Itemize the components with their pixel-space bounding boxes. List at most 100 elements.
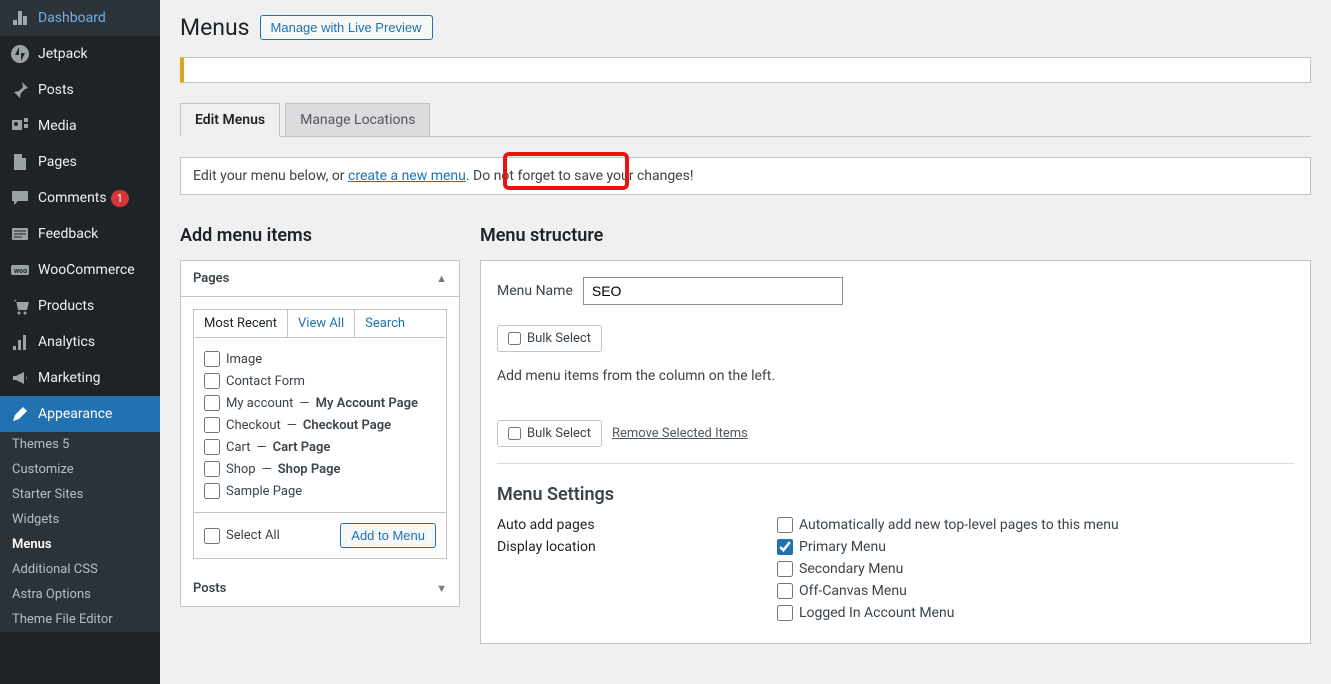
- menu-name-input[interactable]: [583, 277, 843, 305]
- page-checkbox[interactable]: [204, 417, 220, 433]
- tab-edit-menus[interactable]: Edit Menus: [180, 103, 280, 137]
- submenu-themes[interactable]: Themes 5: [0, 432, 160, 457]
- pages-icon: [10, 152, 30, 172]
- bulk-select-checkbox[interactable]: [508, 427, 521, 440]
- chevron-up-icon: ▲: [436, 272, 447, 285]
- sidebar-item-analytics[interactable]: Analytics: [0, 324, 160, 360]
- sidebar-item-media[interactable]: Media: [0, 108, 160, 144]
- sidebar-item-pages[interactable]: Pages: [0, 144, 160, 180]
- info-suffix: . Do not forget to save your changes!: [466, 168, 694, 184]
- submenu-widgets[interactable]: Widgets: [0, 507, 160, 532]
- create-new-menu-link[interactable]: create a new menu: [348, 168, 466, 184]
- sidebar-label: Jetpack: [38, 46, 88, 62]
- bulk-select-checkbox[interactable]: [508, 332, 521, 345]
- sidebar-item-woocommerce[interactable]: woo WooCommerce: [0, 252, 160, 288]
- page-checkbox[interactable]: [204, 461, 220, 477]
- location-loggedin-checkbox[interactable]: [777, 605, 793, 621]
- menu-settings-title: Menu Settings: [497, 463, 1294, 505]
- page-item: Contact Form: [204, 370, 436, 392]
- sidebar-label: Dashboard: [38, 10, 106, 26]
- sidebar-item-comments[interactable]: Comments1: [0, 180, 160, 216]
- sidebar-item-jetpack[interactable]: Jetpack: [0, 36, 160, 72]
- location-primary-checkbox[interactable]: [777, 539, 793, 555]
- dashboard-icon: [10, 8, 30, 28]
- location-secondary-checkbox[interactable]: [777, 561, 793, 577]
- submenu-menus[interactable]: Menus: [0, 532, 160, 557]
- sidebar-item-products[interactable]: Products: [0, 288, 160, 324]
- select-all-checkbox[interactable]: [204, 528, 220, 544]
- page-checkbox[interactable]: [204, 439, 220, 455]
- pin-icon: [10, 80, 30, 100]
- manage-live-preview-button[interactable]: Manage with Live Preview: [260, 15, 433, 40]
- sidebar-item-feedback[interactable]: Feedback: [0, 216, 160, 252]
- appearance-submenu: Themes 5 Customize Starter Sites Widgets…: [0, 432, 160, 632]
- submenu-astra-options[interactable]: Astra Options: [0, 582, 160, 607]
- sidebar-label: Appearance: [38, 406, 112, 422]
- sidebar-label: Comments: [38, 190, 107, 206]
- page-title: Menus: [180, 14, 250, 41]
- sidebar-label: Marketing: [38, 370, 101, 386]
- menu-name-label: Menu Name: [497, 283, 573, 299]
- woo-icon: woo: [10, 260, 30, 280]
- notice-banner: [180, 57, 1311, 83]
- page-checkbox[interactable]: [204, 351, 220, 367]
- info-prefix: Edit your menu below, or: [193, 168, 348, 184]
- bulk-select-bottom[interactable]: Bulk Select: [497, 420, 602, 447]
- sidebar-item-marketing[interactable]: Marketing: [0, 360, 160, 396]
- chevron-down-icon: ▼: [436, 582, 447, 595]
- themes-badge: 5: [62, 437, 69, 452]
- auto-add-checkbox[interactable]: [777, 517, 793, 533]
- sidebar-label: Pages: [38, 154, 77, 170]
- sidebar-label: Feedback: [38, 226, 98, 242]
- auto-add-pages-label: Auto add pages: [497, 517, 777, 533]
- menu-structure-title: Menu structure: [480, 225, 1311, 246]
- jetpack-icon: [10, 44, 30, 64]
- sidebar-label: WooCommerce: [38, 262, 135, 278]
- admin-sidebar: Dashboard Jetpack Posts Media Pages Comm…: [0, 0, 160, 684]
- marketing-icon: [10, 368, 30, 388]
- sidebar-label: Posts: [38, 82, 74, 98]
- submenu-starter-sites[interactable]: Starter Sites: [0, 482, 160, 507]
- products-icon: [10, 296, 30, 316]
- page-checkbox[interactable]: [204, 483, 220, 499]
- page-item: Shop — Shop Page: [204, 458, 436, 480]
- page-item: Sample Page: [204, 480, 436, 502]
- sidebar-item-posts[interactable]: Posts: [0, 72, 160, 108]
- add-items-title: Add menu items: [180, 225, 460, 246]
- sidebar-item-appearance[interactable]: Appearance: [0, 396, 160, 432]
- menu-structure-panel: Menu Name Bulk Select Add menu items fro…: [480, 260, 1311, 644]
- remove-selected-link[interactable]: Remove Selected Items: [612, 426, 748, 441]
- inner-tab-recent[interactable]: Most Recent: [194, 310, 288, 337]
- submenu-theme-file-editor[interactable]: Theme File Editor: [0, 607, 160, 632]
- tab-manage-locations[interactable]: Manage Locations: [285, 103, 430, 136]
- appearance-icon: [10, 404, 30, 424]
- nav-tabs: Edit Menus Manage Locations: [180, 103, 1311, 137]
- accordion-pages: Pages ▲ Most Recent View All Search Imag…: [180, 260, 460, 607]
- page-checkbox[interactable]: [204, 373, 220, 389]
- media-icon: [10, 116, 30, 136]
- accordion-pages-header[interactable]: Pages ▲: [181, 261, 459, 297]
- select-all-label[interactable]: Select All: [204, 525, 280, 547]
- accordion-posts-header[interactable]: Posts ▼: [181, 571, 459, 606]
- menu-structure-column: Menu structure Menu Name Bulk Select Add…: [480, 225, 1311, 644]
- page-item: My account — My Account Page: [204, 392, 436, 414]
- submenu-customize[interactable]: Customize: [0, 457, 160, 482]
- page-item: Checkout — Checkout Page: [204, 414, 436, 436]
- pages-checklist: Image Contact Form My account — My Accou…: [193, 338, 447, 513]
- sidebar-label: Media: [38, 118, 77, 134]
- main-content: Menus Manage with Live Preview Edit Menu…: [160, 0, 1331, 684]
- page-checkbox[interactable]: [204, 395, 220, 411]
- bulk-select-top[interactable]: Bulk Select: [497, 325, 602, 352]
- location-offcanvas-checkbox[interactable]: [777, 583, 793, 599]
- sidebar-label: Products: [38, 298, 94, 314]
- display-location-label: Display location: [497, 539, 777, 555]
- info-bar: Edit your menu below, or create a new me…: [180, 157, 1311, 195]
- sidebar-item-dashboard[interactable]: Dashboard: [0, 0, 160, 36]
- inner-tab-search[interactable]: Search: [355, 310, 415, 337]
- pages-actions: Select All Add to Menu: [193, 513, 447, 559]
- pages-inner-tabs: Most Recent View All Search: [193, 309, 447, 338]
- inner-tab-all[interactable]: View All: [288, 310, 355, 337]
- analytics-icon: [10, 332, 30, 352]
- submenu-additional-css[interactable]: Additional CSS: [0, 557, 160, 582]
- add-to-menu-button[interactable]: Add to Menu: [340, 523, 436, 548]
